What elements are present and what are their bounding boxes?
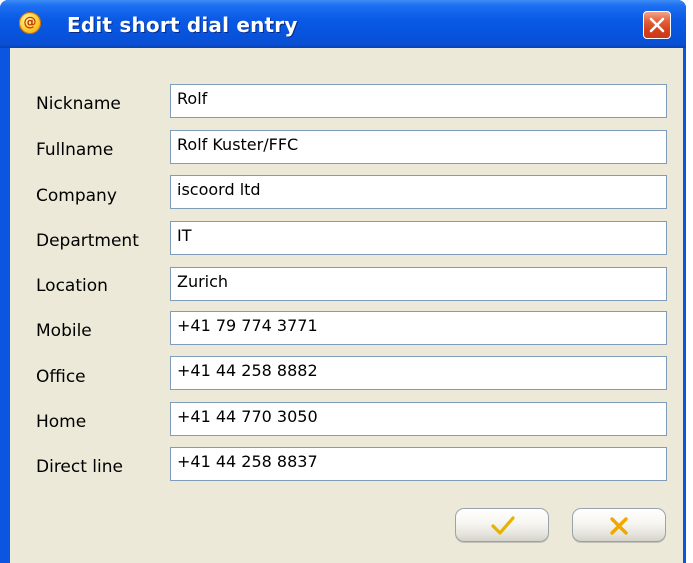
office-field[interactable]: +41 44 258 8882 xyxy=(170,356,667,390)
location-label: Location xyxy=(36,276,108,296)
home-field[interactable]: +41 44 770 3050 xyxy=(170,402,667,436)
nickname-label: Nickname xyxy=(36,94,121,114)
mobile-label: Mobile xyxy=(36,321,92,341)
fullname-label: Fullname xyxy=(36,140,114,160)
window-title: Edit short dial entry xyxy=(67,13,298,37)
at-sign-icon: @ xyxy=(19,12,41,34)
department-field[interactable]: IT xyxy=(170,221,667,255)
fullname-field[interactable]: Rolf Kuster/FFC xyxy=(170,130,667,164)
nickname-field[interactable]: Rolf xyxy=(170,84,667,118)
x-icon xyxy=(610,517,628,535)
ok-button[interactable] xyxy=(455,508,549,542)
department-label: Department xyxy=(36,231,139,251)
close-icon xyxy=(649,17,665,33)
cancel-button[interactable] xyxy=(572,508,666,542)
checkmark-icon xyxy=(491,516,515,535)
dialog-window: @ Edit short dial entry Nickname Rolf Fu… xyxy=(0,0,686,563)
dialog-body: Nickname Rolf Fullname Rolf Kuster/FFC C… xyxy=(10,48,683,563)
direct-line-field[interactable]: +41 44 258 8837 xyxy=(170,447,667,481)
close-button[interactable] xyxy=(643,11,671,39)
direct-line-label: Direct line xyxy=(36,457,123,477)
company-field[interactable]: iscoord ltd xyxy=(170,175,667,209)
mobile-field[interactable]: +41 79 774 3771 xyxy=(170,311,667,345)
location-field[interactable]: Zurich xyxy=(170,267,667,301)
company-label: Company xyxy=(36,186,117,206)
office-label: Office xyxy=(36,367,86,387)
title-bar[interactable]: @ Edit short dial entry xyxy=(0,0,686,48)
home-label: Home xyxy=(36,412,87,432)
